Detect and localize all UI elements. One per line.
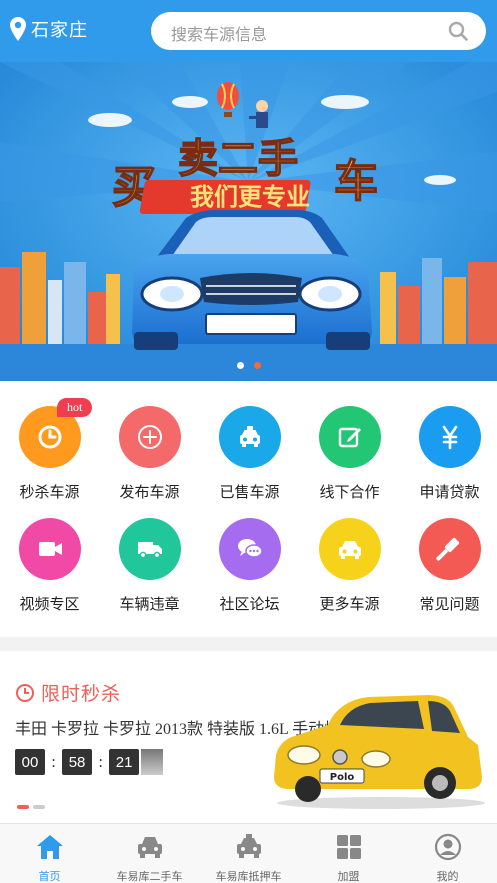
top-bar: 石家庄 搜索车源信息 — [0, 0, 497, 62]
car-icon — [318, 518, 381, 580]
grid-item-publish[interactable]: 发布车源 — [100, 406, 199, 516]
grid-item-forum[interactable]: 社区论坛 — [200, 518, 299, 628]
video-icon — [18, 518, 81, 580]
headline-top: 卖二手 — [178, 136, 298, 182]
grid-item-label: 申请贷款 — [419, 483, 480, 501]
flash-sale-car-image[interactable]: Polo — [268, 685, 494, 811]
grid-item-more[interactable]: 更多车源 — [300, 518, 399, 628]
flash-sale-header: 限时秒杀 — [15, 679, 121, 706]
license-plate: Polo — [330, 772, 355, 783]
truck-icon — [118, 518, 181, 580]
tab-label: 加盟 — [337, 870, 360, 883]
grid-item-label: 视频专区 — [19, 595, 80, 613]
grid-item-label: 线下合作 — [319, 483, 380, 501]
taxi-front-icon — [236, 834, 261, 858]
countdown-minutes: 58 — [62, 749, 93, 775]
gavel-icon — [418, 518, 481, 580]
grid-item-label: 车辆违章 — [119, 595, 180, 613]
countdown-timer: 00 : 58 : 21 — [15, 749, 164, 775]
page-dot-active[interactable] — [17, 805, 29, 809]
tab-mortgage-cars[interactable]: 车易库抵押车 — [199, 824, 298, 883]
clock-icon — [16, 683, 34, 702]
tab-home[interactable]: 首页 — [0, 824, 99, 883]
flash-sale-title: 限时秒杀 — [41, 683, 122, 705]
grid-item-label: 常见问题 — [419, 595, 480, 613]
banner-dot[interactable] — [236, 362, 244, 369]
tab-label: 我的 — [436, 870, 459, 883]
hot-badge: hot — [57, 398, 93, 417]
city-name: 石家庄 — [31, 20, 88, 41]
grid-item-video[interactable]: 视频专区 — [0, 518, 99, 628]
taxi-icon — [218, 406, 281, 468]
countdown-seconds: 21 — [109, 749, 140, 775]
car-thumbnail[interactable] — [141, 749, 164, 775]
banner-pagination — [0, 362, 497, 369]
user-icon — [434, 833, 461, 861]
grid-item-loan[interactable]: 申请贷款 — [400, 406, 497, 516]
car-front-icon — [137, 837, 162, 858]
location-pin-icon — [10, 17, 26, 41]
grid-item-label: 发布车源 — [119, 483, 180, 501]
bottom-tab-bar: 首页 车易库二手车 车易库抵押车 加盟 我的 — [0, 823, 497, 883]
banner-slogan: 我们更专业 — [190, 183, 310, 211]
banner-illustration: 买 卖二手 车 我们更专业 — [0, 62, 497, 381]
plus-circle-icon — [118, 406, 181, 468]
grid-item-offline[interactable]: 线下合作 — [300, 406, 399, 516]
search-icon[interactable] — [448, 21, 468, 41]
tab-profile[interactable]: 我的 — [398, 824, 497, 883]
grid-item-flash-sale[interactable]: 秒杀车源 — [0, 406, 99, 516]
home-icon — [36, 835, 63, 859]
grid-item-label: 更多车源 — [319, 595, 380, 613]
city-selector[interactable]: 石家庄 — [10, 16, 88, 42]
tab-used-cars[interactable]: 车易库二手车 — [100, 824, 199, 883]
search-placeholder: 搜索车源信息 — [171, 25, 268, 44]
edit-icon — [318, 406, 381, 468]
headline-right: 车 — [334, 156, 378, 207]
grid-item-label: 秒杀车源 — [19, 483, 80, 501]
countdown-hours: 00 — [15, 749, 45, 775]
grid-item-faq[interactable]: 常见问题 — [400, 518, 497, 628]
grid-icon — [336, 835, 361, 859]
banner-dot-active[interactable] — [253, 362, 261, 369]
grid-item-sold[interactable]: 已售车源 — [200, 406, 299, 516]
tab-label: 首页 — [38, 870, 61, 883]
tab-franchise[interactable]: 加盟 — [299, 824, 398, 883]
feature-grid: 秒杀车源 hot 发布车源 已售车源 线下合作 申请贷款 视频专区 车辆违章 社… — [0, 381, 497, 637]
grid-item-label: 已售车源 — [219, 483, 280, 501]
flash-sale-section: 限时秒杀 丰田 卡罗拉 卡罗拉 2013款 特装版 1.6L 手动炫酷型GL 0… — [0, 651, 497, 823]
grid-item-violation[interactable]: 车辆违章 — [100, 518, 199, 628]
yen-icon — [418, 406, 481, 468]
promo-banner[interactable]: 买 卖二手 车 我们更专业 — [0, 62, 497, 381]
flash-sale-pagination — [17, 805, 45, 809]
chat-icon — [218, 518, 281, 580]
tab-label: 车易库抵押车 — [215, 870, 282, 883]
page-dot[interactable] — [33, 805, 45, 809]
tab-label: 车易库二手车 — [116, 870, 183, 883]
search-input[interactable]: 搜索车源信息 — [151, 12, 486, 50]
grid-item-label: 社区论坛 — [219, 595, 280, 613]
